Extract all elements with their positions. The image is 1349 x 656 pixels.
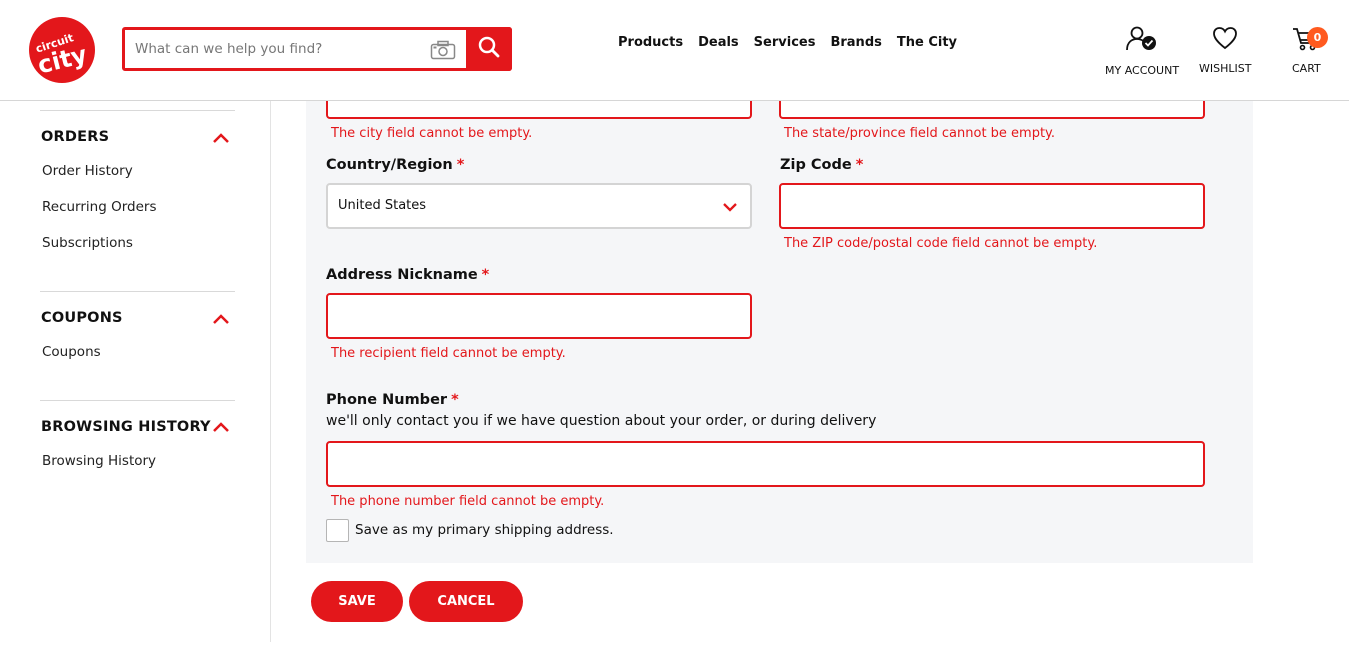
sidebar-item-coupons[interactable]: Coupons — [42, 344, 101, 360]
sidebar-heading-orders[interactable]: ORDERS — [41, 129, 109, 145]
search-icon — [478, 36, 500, 63]
state-error: The state/province field cannot be empty… — [784, 126, 1056, 141]
sidebar-heading-browsing-history[interactable]: BROWSING HISTORY — [41, 419, 211, 435]
zip-label: Zip Code * — [780, 157, 863, 173]
heart-icon — [1212, 26, 1238, 55]
zip-input[interactable] — [779, 183, 1205, 229]
sidebar-divider — [40, 291, 235, 292]
country-select[interactable]: United States — [326, 183, 752, 229]
country-label: Country/Region * — [326, 157, 464, 173]
zip-label-text: Zip Code — [780, 157, 852, 173]
primary-address-label[interactable]: Save as my primary shipping address. — [355, 522, 614, 538]
required-asterisk: * — [855, 157, 864, 173]
phone-label-text: Phone Number — [326, 392, 448, 408]
nav-deals[interactable]: Deals — [698, 35, 739, 50]
phone-error: The phone number field cannot be empty. — [331, 494, 605, 509]
required-asterisk: * — [451, 392, 459, 408]
address-form: The city field cannot be empty. The stat… — [306, 89, 1253, 563]
search-bar — [122, 27, 512, 71]
nickname-label-text: Address Nickname — [326, 267, 478, 283]
sidebar-item-browsing-history[interactable]: Browsing History — [42, 453, 156, 469]
primary-address-checkbox[interactable] — [326, 519, 349, 542]
zip-error: The ZIP code/postal code field cannot be… — [784, 236, 1098, 251]
country-select-value: United States — [338, 198, 427, 213]
cart-label: CART — [1292, 62, 1321, 75]
sidebar-item-recurring-orders[interactable]: Recurring Orders — [42, 199, 157, 215]
required-asterisk: * — [481, 267, 490, 283]
cancel-button[interactable]: CANCEL — [409, 581, 523, 622]
sidebar-heading-coupons[interactable]: COUPONS — [41, 310, 123, 326]
search-input[interactable] — [125, 30, 421, 68]
my-account-link[interactable]: MY ACCOUNT — [1105, 26, 1179, 77]
phone-input[interactable] — [326, 441, 1205, 487]
site-header: circuit city Products Deals Servic — [0, 0, 1349, 101]
sidebar-divider — [40, 400, 235, 401]
required-asterisk: * — [456, 157, 465, 173]
chevron-up-icon[interactable] — [212, 420, 230, 432]
account-sidebar: ORDERS Order History Recurring Orders Su… — [0, 101, 271, 642]
account-check-icon — [1124, 26, 1160, 57]
sidebar-divider — [40, 110, 235, 111]
camera-icon[interactable] — [430, 40, 456, 60]
city-error: The city field cannot be empty. — [331, 126, 533, 141]
nav-brands[interactable]: Brands — [830, 35, 881, 50]
nickname-input[interactable] — [326, 293, 752, 339]
nickname-label: Address Nickname * — [326, 267, 489, 283]
nav-services[interactable]: Services — [754, 35, 816, 50]
cart-count-badge: 0 — [1307, 27, 1328, 48]
chevron-down-icon — [722, 200, 738, 212]
sidebar-item-order-history[interactable]: Order History — [42, 163, 133, 179]
nickname-error: The recipient field cannot be empty. — [331, 346, 566, 361]
wishlist-label: WISHLIST — [1199, 62, 1252, 75]
main-nav: Products Deals Services Brands The City — [618, 35, 972, 50]
my-account-label: MY ACCOUNT — [1105, 64, 1180, 77]
phone-hint: we'll only contact you if we have questi… — [326, 413, 877, 429]
wishlist-link[interactable]: WISHLIST — [1199, 26, 1251, 75]
chevron-up-icon[interactable] — [212, 131, 230, 143]
save-button[interactable]: SAVE — [311, 581, 403, 622]
country-label-text: Country/Region — [326, 157, 453, 173]
nav-products[interactable]: Products — [618, 35, 683, 50]
nav-the-city[interactable]: The City — [897, 35, 957, 50]
search-button[interactable] — [466, 27, 512, 71]
circuit-city-logo[interactable]: circuit city — [28, 16, 98, 84]
chevron-up-icon[interactable] — [212, 312, 230, 324]
phone-label: Phone Number * — [326, 392, 459, 408]
sidebar-item-subscriptions[interactable]: Subscriptions — [42, 235, 133, 251]
